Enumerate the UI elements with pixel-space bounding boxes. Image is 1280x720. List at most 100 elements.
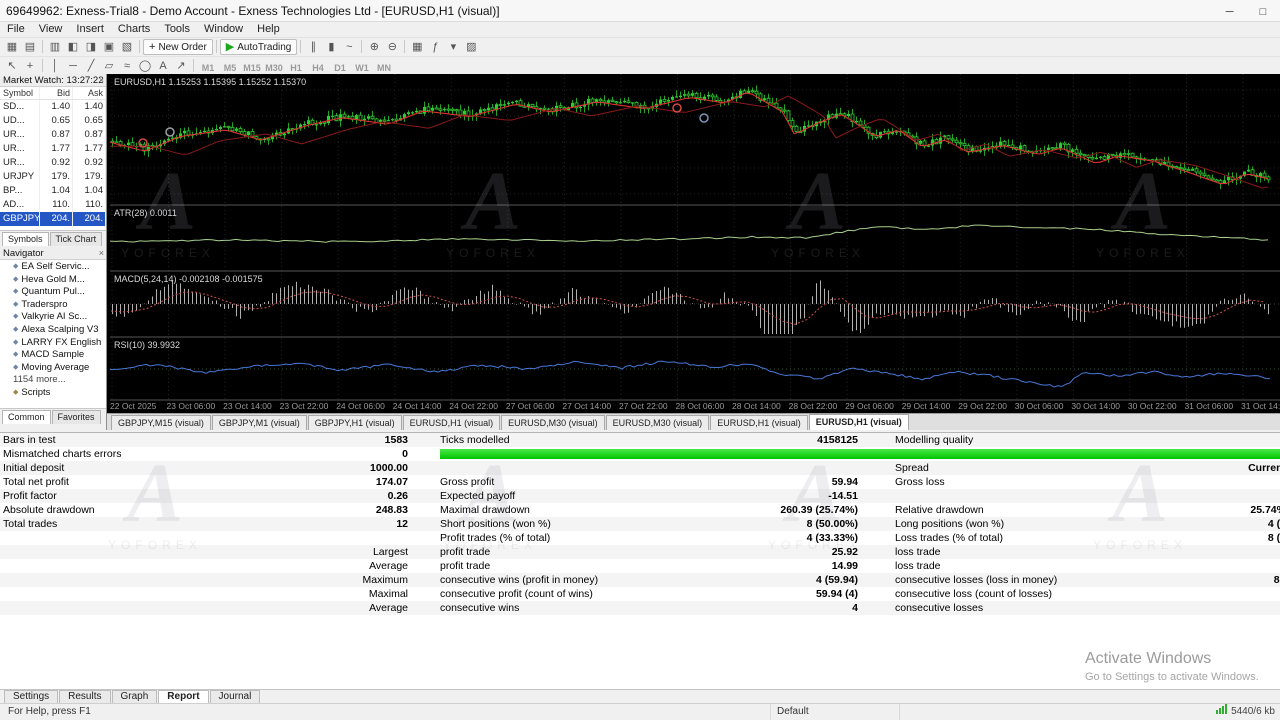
tester-tab-results[interactable]: Results — [59, 690, 110, 703]
data-window-icon: ◧ — [68, 41, 78, 53]
tile-windows-button[interactable]: ▦ — [408, 39, 426, 55]
profiles-button[interactable]: ▤ — [21, 39, 39, 55]
navigator-toggle[interactable]: ◨ — [82, 39, 100, 55]
menu-insert[interactable]: Insert — [69, 22, 111, 37]
chart-tab-eurusd-m30-visual-[interactable]: EURUSD,M30 (visual) — [501, 415, 605, 430]
status-profile[interactable]: Default — [770, 704, 900, 720]
arrow-button[interactable]: ↗ — [172, 58, 190, 74]
navigator-item[interactable]: ◆Heva Gold M... — [0, 274, 106, 287]
candlestick-button[interactable]: ▮ — [322, 39, 340, 55]
report-label: Mismatched charts errors — [3, 447, 293, 461]
new-order-icon: + — [149, 41, 155, 53]
menu-charts[interactable]: Charts — [111, 22, 157, 37]
chart-tab-gbpjpy-h1-visual-[interactable]: GBPJPY,H1 (visual) — [308, 415, 402, 430]
chart-tab-eurusd-h1-visual-[interactable]: EURUSD,H1 (visual) — [809, 414, 909, 430]
navigator-item-label: Alexa Scalping V3 — [21, 324, 98, 335]
periods-button[interactable]: ▾ — [444, 39, 462, 55]
time-axis-label: 29 Oct 06:00 — [845, 401, 894, 411]
market-watch-row[interactable]: UR...0.870.87 — [0, 128, 106, 142]
navigator-item[interactable]: ◆EA Self Servic... — [0, 261, 106, 274]
navigator-item[interactable]: ◆MACD Sample — [0, 349, 106, 362]
cursor-button[interactable]: ↖ — [3, 58, 21, 74]
crosshair-button[interactable]: + — [21, 58, 39, 74]
market-watch-column-headers: SymbolBidAsk — [0, 87, 106, 100]
chart-tab-eurusd-h1-visual-[interactable]: EURUSD,H1 (visual) — [403, 415, 501, 430]
navigator-item[interactable]: 1154 more... — [0, 374, 106, 387]
navigator-tab-favorites[interactable]: Favorites — [52, 410, 101, 424]
tester-tab-journal[interactable]: Journal — [210, 690, 261, 703]
new-chart-button[interactable]: ▦ — [3, 39, 21, 55]
report-row: Total net profit174.07Gross profit59.94G… — [0, 475, 1280, 489]
terminal-icon: ▣ — [104, 41, 114, 53]
navigator-item[interactable]: ◆Moving Average — [0, 362, 106, 375]
chart-tab-eurusd-h1-visual-[interactable]: EURUSD,H1 (visual) — [710, 415, 808, 430]
close-icon[interactable]: × — [99, 247, 104, 260]
tester-tab-report[interactable]: Report — [158, 690, 208, 703]
activate-windows-text: Activate Windows Go to Settings to activ… — [1085, 650, 1259, 683]
market-watch-row[interactable]: BP...1.041.04 — [0, 184, 106, 198]
chart-tab-gbpjpy-m1-visual-[interactable]: GBPJPY,M1 (visual) — [212, 415, 307, 430]
market-watch-row[interactable]: UR...1.771.77 — [0, 142, 106, 156]
close-icon[interactable]: × — [99, 74, 104, 87]
market-watch-row[interactable]: SD...1.401.40 — [0, 100, 106, 114]
tester-tab-graph[interactable]: Graph — [112, 690, 158, 703]
report-label: Maximal drawdown — [440, 503, 695, 517]
new-order-button-label: New Order — [158, 42, 206, 53]
price-chart[interactable] — [110, 74, 1280, 413]
menu-help[interactable]: Help — [250, 22, 287, 37]
new-order-button[interactable]: +New Order — [143, 39, 213, 55]
chart-tab-eurusd-m30-visual-[interactable]: EURUSD,M30 (visual) — [606, 415, 710, 430]
maximize-button[interactable]: □ — [1248, 1, 1278, 23]
menu-file[interactable]: File — [0, 22, 32, 37]
bar-chart-button[interactable]: ∥ — [304, 39, 322, 55]
navigator-item[interactable]: ◆Alexa Scalping V3 — [0, 324, 106, 337]
navigator-item[interactable]: ◆Valkyrie AI Sc... — [0, 311, 106, 324]
shapes-button[interactable]: ◯ — [136, 58, 154, 74]
text-button[interactable]: A — [154, 58, 172, 74]
mt4-terminal-window: 69649962: Exness-Trial8 - Demo Account -… — [0, 0, 1280, 720]
channel-button[interactable]: ▱ — [100, 58, 118, 74]
market-watch-row[interactable]: UR...0.920.92 — [0, 156, 106, 170]
horizontal-line-button[interactable]: ─ — [64, 58, 82, 74]
market-watch-tab-symbols[interactable]: Symbols — [2, 232, 49, 246]
navigator-item[interactable]: ◆Scripts — [0, 387, 106, 400]
market-watch-row[interactable]: URJPY179.179. — [0, 170, 106, 184]
menu-tools[interactable]: Tools — [157, 22, 197, 37]
trendline-button[interactable]: ╱ — [82, 58, 100, 74]
navigator-tab-common[interactable]: Common — [2, 410, 51, 424]
expert-advisor-icon: ◆ — [13, 339, 18, 346]
menubar: FileViewInsertChartsToolsWindowHelp — [0, 22, 1280, 37]
strategy-tester-toggle[interactable]: ▧ — [118, 39, 136, 55]
market-watch-row[interactable]: GBPJPY204.204. — [0, 212, 106, 226]
market-watch-row[interactable]: UD...0.650.65 — [0, 114, 106, 128]
market-watch-toggle[interactable]: ▥ — [46, 39, 64, 55]
market-watch-tab-tick-chart[interactable]: Tick Chart — [50, 232, 103, 246]
navigator-icon: ◨ — [86, 41, 96, 53]
report-row: Initial deposit1000.00SpreadCurrent — [0, 461, 1280, 475]
indicators-button[interactable]: ƒ — [426, 39, 444, 55]
market-watch-row[interactable]: AD...110.110. — [0, 198, 106, 212]
menu-window[interactable]: Window — [197, 22, 250, 37]
minimize-button[interactable]: ─ — [1215, 1, 1245, 23]
chart-tab-gbpjpy-m15-visual-[interactable]: GBPJPY,M15 (visual) — [111, 415, 211, 430]
zoom-in-button[interactable]: ⊕ — [365, 39, 383, 55]
zoom-out-button[interactable]: ⊖ — [383, 39, 401, 55]
report-value: 260.39 (25.74%) — [698, 503, 858, 517]
navigator-item[interactable]: ◆Quantum Pul... — [0, 286, 106, 299]
templates-button[interactable]: ▨ — [462, 39, 480, 55]
line-chart-button[interactable]: ~ — [340, 39, 358, 55]
autotrading-button[interactable]: ▶AutoTrading — [220, 39, 298, 55]
zoom-out-icon: ⊖ — [388, 41, 397, 53]
navigator-item[interactable]: ◆Traderspro — [0, 299, 106, 312]
menu-view[interactable]: View — [32, 22, 70, 37]
navigator-item-label: Quantum Pul... — [21, 286, 84, 297]
terminal-toggle[interactable]: ▣ — [100, 39, 118, 55]
report-label: loss trade — [895, 559, 1143, 573]
report-label: consecutive profit (count of wins) — [440, 587, 695, 601]
tester-tab-settings[interactable]: Settings — [4, 690, 58, 703]
data-window-toggle[interactable]: ◧ — [64, 39, 82, 55]
navigator-item[interactable]: ◆LARRY FX English — [0, 337, 106, 350]
fibonacci-button[interactable]: ≈ — [118, 58, 136, 74]
vertical-line-button[interactable]: │ — [46, 58, 64, 74]
line-chart-icon: ~ — [346, 41, 352, 53]
